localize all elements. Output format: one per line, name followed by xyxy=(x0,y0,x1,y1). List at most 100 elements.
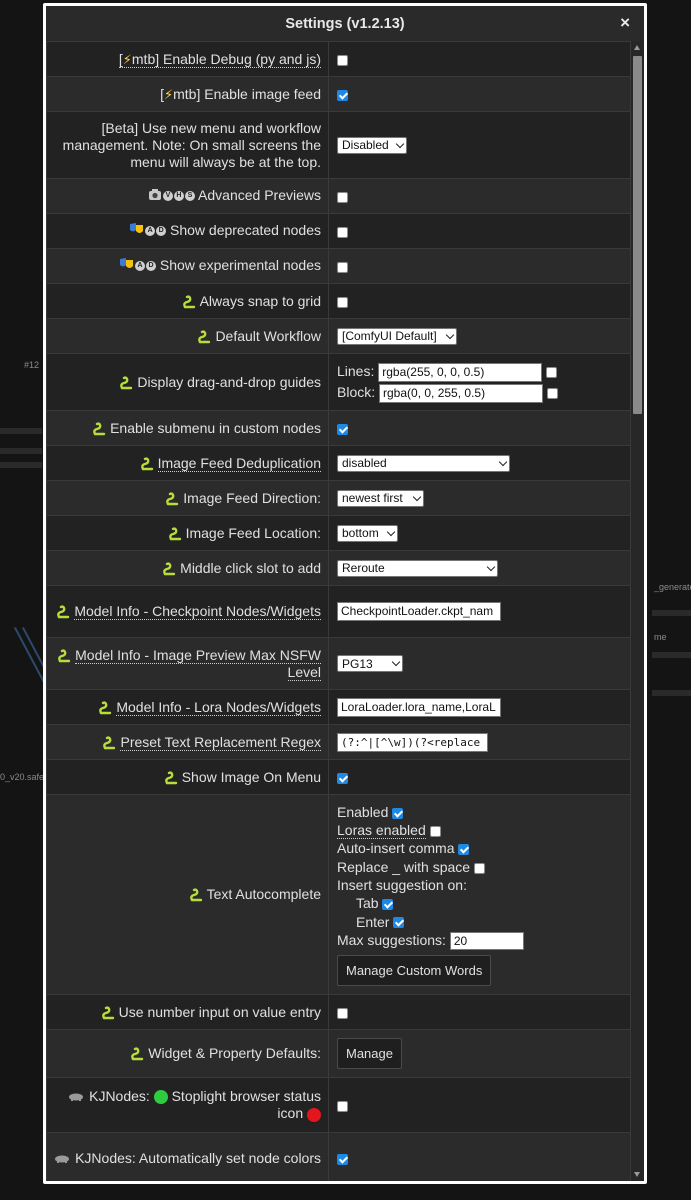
lines-label: Lines: xyxy=(337,363,375,379)
setting-row-number-input: Use number input on value entry xyxy=(46,994,631,1030)
setting-row-stoplight: KJNodes: Stoplight browser status icon xyxy=(46,1077,631,1133)
node-colors-checkbox[interactable] xyxy=(337,1154,348,1166)
setting-row-preset-regex: Preset Text Replacement Regex (?:^|[^\w]… xyxy=(46,724,631,760)
preset-regex-input[interactable]: (?:^|[^\w])(?<replace xyxy=(337,732,488,752)
location-select[interactable]: bottom xyxy=(337,524,398,542)
setting-row-node-colors: KJNodes: Automatically set node colors xyxy=(46,1132,631,1181)
image-feed-checkbox[interactable] xyxy=(337,89,348,101)
node-label: #12 xyxy=(24,360,40,370)
setting-row-experimental: AD Show experimental nodes xyxy=(46,248,631,284)
camera-icon xyxy=(148,188,162,205)
setting-row-widget-defaults: Widget & Property Defaults: Manage xyxy=(46,1029,631,1078)
debug-checkbox[interactable] xyxy=(337,54,348,66)
snake-icon xyxy=(119,376,133,390)
chevron-down-icon xyxy=(395,139,405,149)
settings-table: [⚡mtb] Enable Debug (py and js) [⚡mtb] E… xyxy=(46,41,631,1181)
block-guide-checkbox[interactable] xyxy=(546,387,558,399)
setting-row-snap-grid: Always snap to grid xyxy=(46,283,631,319)
lines-guide-checkbox[interactable] xyxy=(546,366,558,378)
snake-icon xyxy=(165,492,179,506)
red-light-icon xyxy=(307,1107,321,1122)
scrollbar[interactable] xyxy=(631,41,644,1181)
manage-custom-words-button[interactable]: Manage Custom Words xyxy=(337,955,492,987)
max-suggestions-input[interactable]: 20 xyxy=(449,932,524,951)
setting-row-middle-click: Middle click slot to add Reroute xyxy=(46,550,631,586)
setting-row-image-menu: Show Image On Menu xyxy=(46,759,631,795)
dialog-titlebar: Settings (v1.2.13) × xyxy=(46,6,644,41)
insert-enter-checkbox[interactable] xyxy=(393,917,405,929)
model-ckpt-input[interactable]: CheckpointLoader.ckpt_nam xyxy=(337,602,501,621)
model-lora-input[interactable]: LoraLoader.lora_name,LoraL xyxy=(337,697,501,717)
snake-icon xyxy=(98,701,112,715)
lightning-icon: ⚡ xyxy=(122,51,132,67)
chevron-down-icon xyxy=(445,330,455,340)
setting-row-model-nsfw: Model Info - Image Preview Max NSFW Leve… xyxy=(46,637,631,690)
scroll-down-icon[interactable] xyxy=(634,1172,640,1177)
hippo-icon xyxy=(54,1150,71,1167)
snap-grid-checkbox[interactable] xyxy=(337,296,348,308)
block-color-input[interactable]: rgba(0, 0, 255, 0.5) xyxy=(379,383,544,403)
default-workflow-select[interactable]: [ComfyUI Default] xyxy=(337,327,457,345)
node-label: 0_v20.safet xyxy=(0,772,47,782)
setting-label: [Beta] Use new menu and workflow managem… xyxy=(46,111,329,179)
snake-icon xyxy=(56,605,70,619)
autocomplete-enabled-checkbox[interactable] xyxy=(392,807,404,819)
theater-masks-icon xyxy=(129,222,144,240)
advanced-previews-checkbox[interactable] xyxy=(337,191,348,203)
a-badge-icon: A xyxy=(145,226,156,237)
node-strip xyxy=(0,448,42,454)
setting-row-debug: [⚡mtb] Enable Debug (py and js) xyxy=(46,41,631,77)
setting-row-dedup: Image Feed Deduplication disabled xyxy=(46,445,631,481)
nsfw-level-select[interactable]: PG13 xyxy=(337,655,403,673)
setting-row-deprecated: AD Show deprecated nodes xyxy=(46,213,631,249)
snake-icon xyxy=(101,1006,115,1020)
stoplight-checkbox[interactable] xyxy=(337,1100,348,1112)
insert-tab-checkbox[interactable] xyxy=(382,899,394,911)
chevron-down-icon xyxy=(498,457,508,467)
node-strip xyxy=(652,690,691,696)
h-badge-icon: H xyxy=(173,191,184,202)
experimental-checkbox[interactable] xyxy=(337,261,348,273)
d-badge-icon: D xyxy=(156,226,167,237)
scrollbar-thumb[interactable] xyxy=(633,56,642,414)
dedup-select[interactable]: disabled xyxy=(337,454,510,472)
a-badge-icon: A xyxy=(135,261,145,272)
submenu-checkbox[interactable] xyxy=(337,423,348,435)
chevron-down-icon xyxy=(386,527,396,537)
setting-row-submenu: Enable submenu in custom nodes xyxy=(46,410,631,446)
auto-comma-checkbox[interactable] xyxy=(458,844,470,856)
close-button[interactable]: × xyxy=(620,14,630,32)
lines-color-input[interactable]: rgba(255, 0, 0, 0.5) xyxy=(378,362,543,382)
snake-icon xyxy=(130,1047,144,1061)
snake-icon xyxy=(140,457,154,471)
scroll-up-icon[interactable] xyxy=(634,45,640,50)
setting-row-model-lora: Model Info - Lora Nodes/Widgets LoraLoad… xyxy=(46,689,631,725)
node-label: me xyxy=(654,632,667,642)
setting-row-direction: Image Feed Direction: newest first xyxy=(46,480,631,516)
theater-masks-icon xyxy=(119,257,134,275)
manage-defaults-button[interactable]: Manage xyxy=(337,1038,402,1069)
middle-click-select[interactable]: Reroute xyxy=(337,559,498,577)
setting-label: [⚡mtb] Enable Debug (py and js) xyxy=(118,50,321,68)
chevron-down-icon xyxy=(391,658,401,667)
d-badge-icon: D xyxy=(146,261,156,272)
setting-row-autocomplete: Text Autocomplete Enabled Loras enabled … xyxy=(46,794,631,995)
setting-row-dnd-guides: Display drag-and-drop guides Lines: rgba… xyxy=(46,353,631,411)
node-strip xyxy=(652,652,691,658)
green-light-icon xyxy=(153,1089,168,1104)
loras-enabled-checkbox[interactable] xyxy=(429,825,441,837)
image-menu-checkbox[interactable] xyxy=(337,772,348,784)
replace-underscore-checkbox[interactable] xyxy=(473,862,485,874)
snake-icon xyxy=(197,330,211,344)
snake-icon xyxy=(92,422,106,436)
node-label: _generate xyxy=(654,582,691,592)
lightning-icon: ⚡ xyxy=(163,86,174,102)
number-input-checkbox[interactable] xyxy=(337,1007,348,1019)
direction-select[interactable]: newest first xyxy=(337,489,424,507)
setting-row-beta-menu: [Beta] Use new menu and workflow managem… xyxy=(46,111,631,179)
chevron-down-icon xyxy=(412,492,422,502)
node-strip xyxy=(652,610,691,616)
setting-row-advanced-previews: VHS Advanced Previews xyxy=(46,178,631,214)
beta-menu-select[interactable]: Disabled xyxy=(337,136,407,154)
deprecated-checkbox[interactable] xyxy=(337,226,348,238)
